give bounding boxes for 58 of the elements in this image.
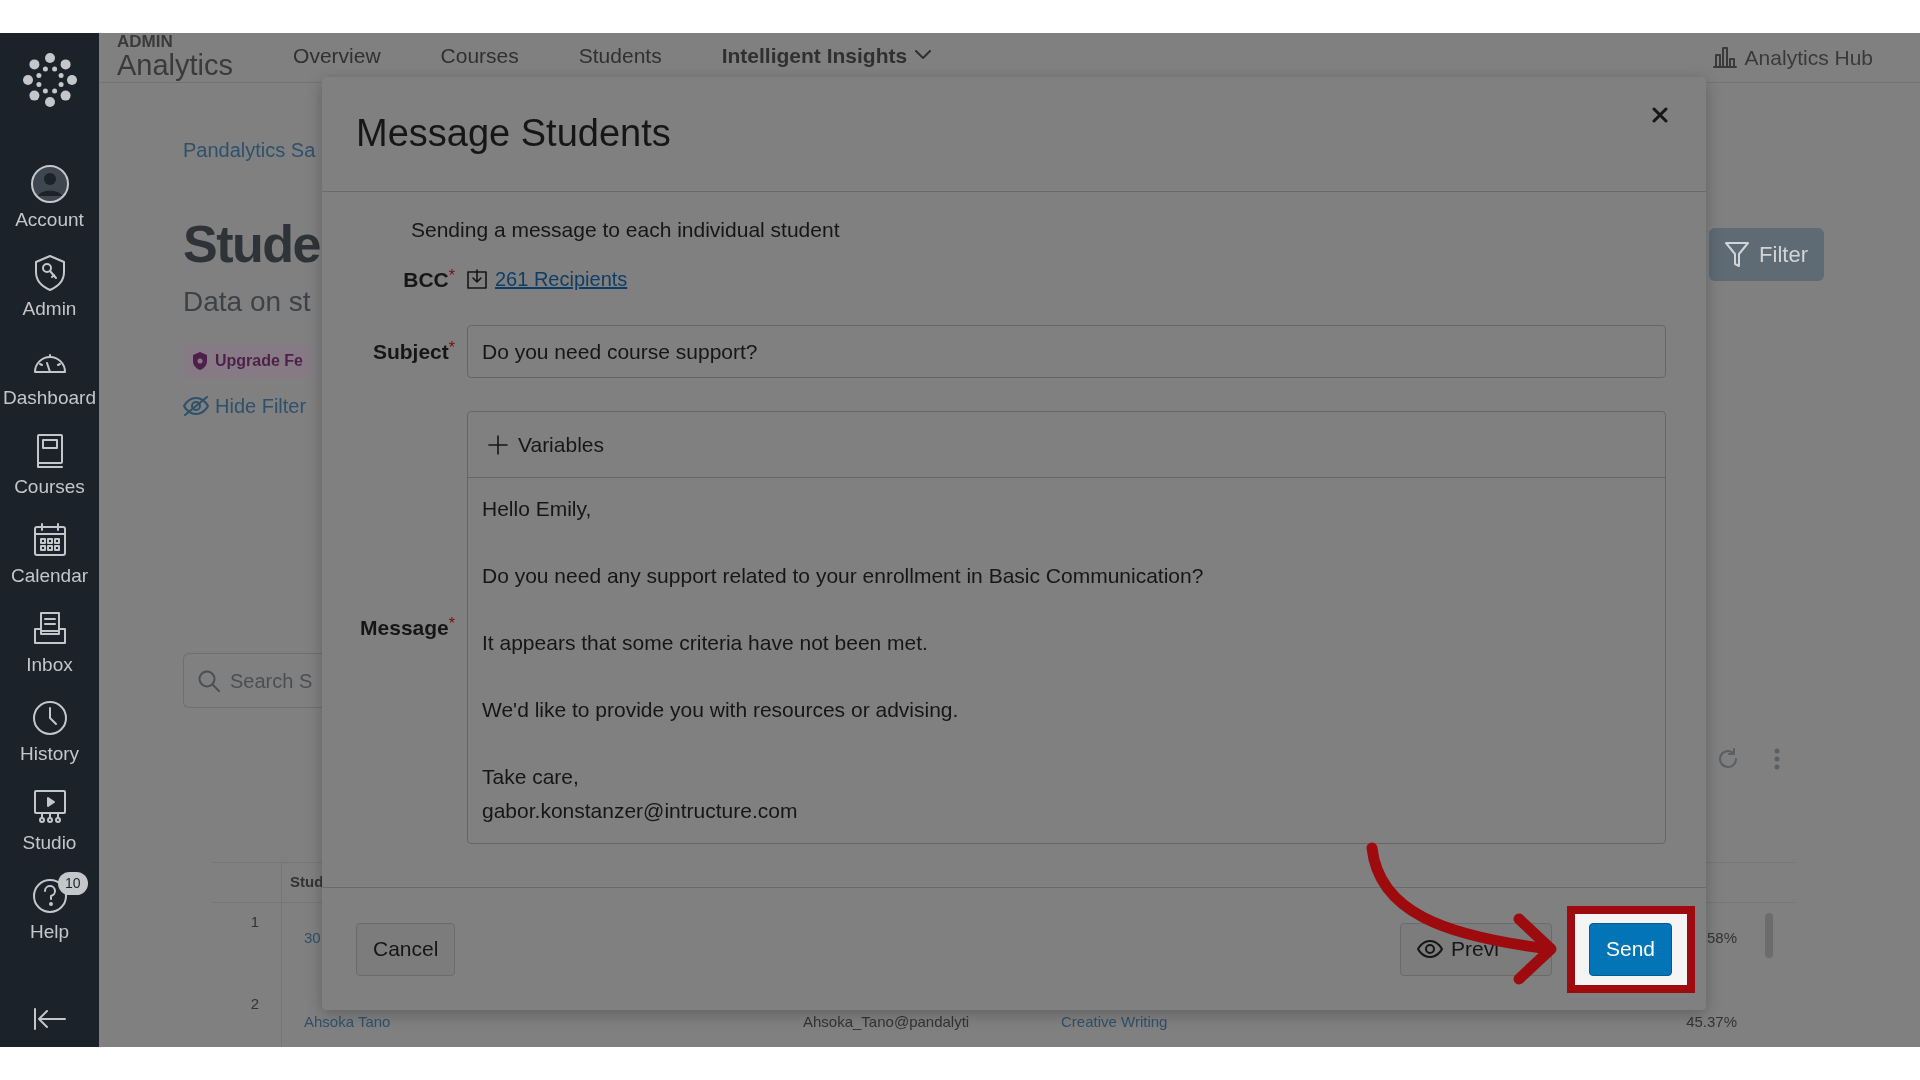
message-field[interactable] <box>467 411 1666 844</box>
collapse-icon <box>32 1007 67 1031</box>
nav-link[interactable]: Courses <box>440 39 519 72</box>
field-label: Subject* <box>371 337 455 365</box>
analytics-hub-link[interactable]: Analytics Hub <box>1712 41 1873 74</box>
bar-chart-icon <box>1712 46 1737 69</box>
message-line: It appears that some criteria have not been met. <box>482 630 929 656</box>
filter-icon <box>1725 241 1750 268</box>
sidebar-item[interactable]: Dashboard <box>0 342 99 431</box>
sidebar-item[interactable]: History <box>0 698 99 787</box>
logo-icon <box>20 51 79 109</box>
message-line: Do you need any support related to your enrollment in Basic Communication? <box>482 563 1205 589</box>
nav-link[interactable]: Overview <box>293 39 381 72</box>
row-number: 1 <box>250 912 259 930</box>
brand-title: Analytics <box>117 50 234 82</box>
chevron-down-icon <box>915 50 932 61</box>
message-line: gabor.konstanzer@intructure.com <box>482 798 799 824</box>
search-icon <box>198 669 220 692</box>
table-cell: .58% <box>1702 928 1737 946</box>
field-label: Message* <box>359 613 455 641</box>
breadcrumb-link[interactable]: Pandalytics Sa <box>183 138 316 161</box>
eye-slash-icon <box>183 396 209 417</box>
field-label: BCC* <box>402 265 455 293</box>
page-subheading: Data on st <box>183 285 311 320</box>
table-cell: Ahsoka_Tano@pandalyti <box>803 1012 970 1030</box>
brand-eyebrow: ADMIN <box>117 33 174 50</box>
intro-text: Sending a message to each individual student <box>411 217 841 243</box>
page-heading: Stude <box>183 213 320 275</box>
message-line: Hello Emily, <box>482 496 593 522</box>
send-button[interactable]: Send <box>1588 922 1672 976</box>
student-link[interactable]: Ahsoka Tano <box>304 1012 391 1030</box>
table-cell: 45.37% <box>1686 1012 1737 1030</box>
download-icon <box>467 269 487 290</box>
row-number: 2 <box>250 994 259 1012</box>
nav-link[interactable]: Students <box>578 39 662 72</box>
eye-icon <box>1416 940 1443 958</box>
sidebar-item[interactable]: Inbox <box>0 609 99 698</box>
avatar-icon <box>29 164 70 204</box>
sidebar-item[interactable]: Calendar <box>0 520 99 609</box>
subject-field[interactable]: Do you need course support? <box>467 325 1666 378</box>
kebab-menu-icon <box>1774 748 1780 771</box>
sidebar-item[interactable]: Admin <box>0 253 99 342</box>
cancel-button[interactable]: Cancel <box>356 922 456 976</box>
upgrade-badge: Upgrade Fe <box>183 343 311 380</box>
column-header: Stud <box>290 873 324 891</box>
nav-link[interactable]: Intelligent Insights <box>721 39 932 72</box>
message-line: Take care, <box>482 764 580 790</box>
message-line: We'd like to provide you with resources or advising. <box>482 697 960 723</box>
variables-button[interactable]: Variables <box>488 428 604 461</box>
recipients-link[interactable]: 261 Recipients <box>495 264 628 295</box>
shield-star-icon <box>191 351 209 372</box>
sidebar-item[interactable]: Account <box>0 164 99 253</box>
count-badge: 10 <box>58 872 88 895</box>
sidebar-item[interactable]: Courses <box>0 431 99 520</box>
filter-button[interactable]: Filter <box>1709 227 1824 281</box>
dialog-title: Message Students <box>356 111 671 157</box>
plus-icon <box>488 434 508 455</box>
close-icon <box>1652 106 1668 123</box>
